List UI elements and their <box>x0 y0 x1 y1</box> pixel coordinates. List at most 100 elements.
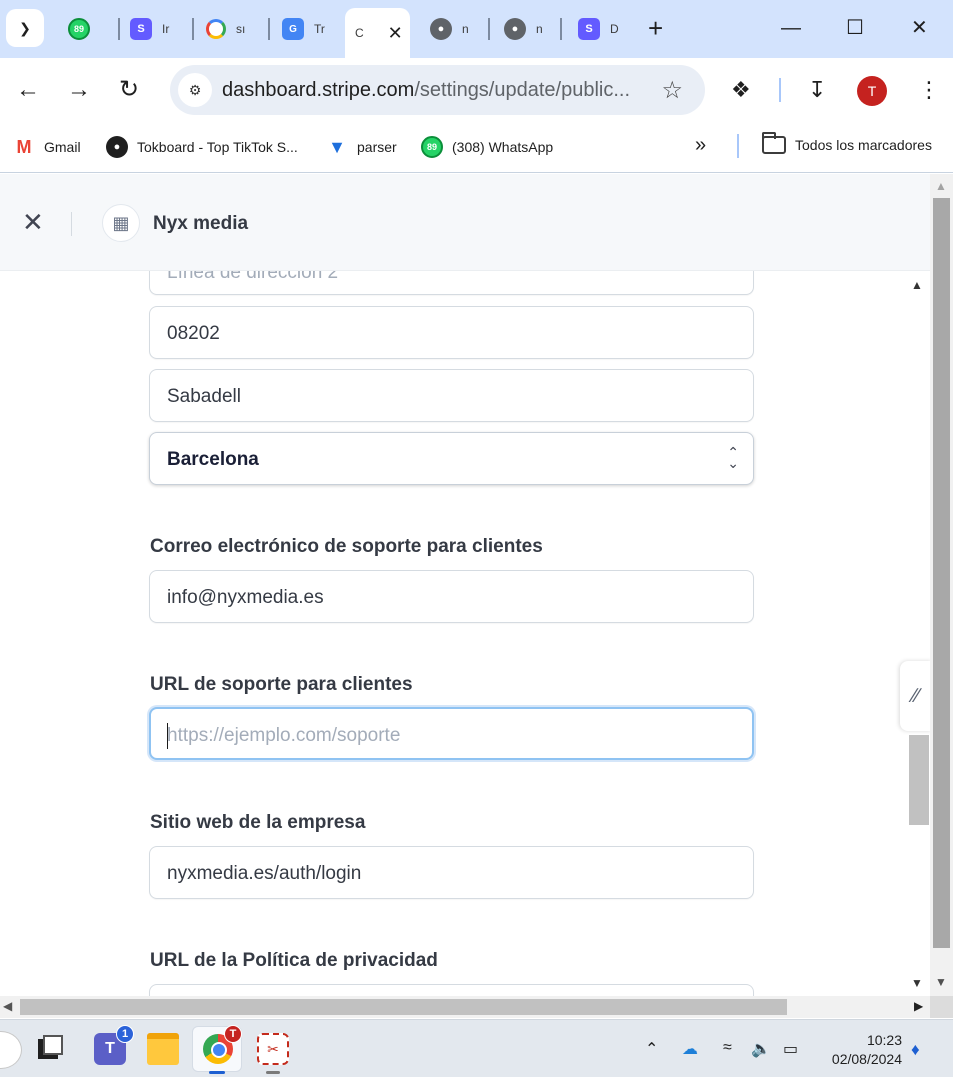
chrome-icon[interactable]: T <box>202 1025 242 1065</box>
header-divider <box>71 212 72 236</box>
tab-globe-1[interactable]: ● n <box>420 10 490 48</box>
teams-icon[interactable]: T 1 <box>94 1025 134 1065</box>
reload-icon[interactable]: ↻ <box>119 76 139 104</box>
side-widget-tab[interactable]: ∕∕ <box>900 661 930 731</box>
tab-label: Ir <box>162 22 170 36</box>
tab-translate[interactable]: G Tr <box>272 10 342 48</box>
file-explorer-icon[interactable] <box>147 1033 179 1065</box>
back-icon[interactable]: ← <box>16 76 40 104</box>
close-icon[interactable]: ✕ <box>22 209 44 235</box>
bookmark-all-folder[interactable]: Todos los marcadores <box>762 132 932 154</box>
menu-icon[interactable]: ⋮ <box>918 76 940 104</box>
slash-icon: ∕∕ <box>912 684 920 707</box>
bookmark-label: parser <box>357 139 397 155</box>
show-hidden-icons[interactable]: ⌃ <box>645 1039 658 1059</box>
taskbar: T 1 T ✂ ⌃ ☁ ≈ 🔈 ▭ 10:23 02/08/2024 ♦ <box>0 1019 953 1077</box>
start-button[interactable] <box>0 1031 22 1069</box>
onedrive-icon[interactable]: ☁ <box>682 1039 698 1059</box>
more-bookmarks-icon[interactable]: » <box>695 134 706 157</box>
toolbar-divider <box>779 78 781 102</box>
system-clock[interactable]: 10:23 02/08/2024 <box>822 1031 902 1069</box>
tab-strip: ❯ 89 S Ir sı G Tr C ✕ ● n ● n S D + — ☐ … <box>0 0 953 58</box>
postal-code-value: 08202 <box>167 323 220 344</box>
bookmark-label: Todos los marcadores <box>795 137 932 153</box>
scroll-right-icon[interactable]: ▶ <box>914 999 923 1013</box>
scroll-up-icon[interactable]: ▲ <box>935 179 947 193</box>
globe-icon: ● <box>504 18 526 40</box>
scroll-left-icon[interactable]: ◀ <box>3 999 12 1013</box>
gmail-icon: M <box>16 136 32 157</box>
inner-scroll-up-icon[interactable]: ▲ <box>911 278 923 292</box>
url-text[interactable]: dashboard.stripe.com/settings/update/pub… <box>222 79 642 102</box>
support-url-label: URL de soporte para clientes <box>150 674 413 695</box>
inner-scrollbar-thumb[interactable] <box>909 735 929 825</box>
bookmark-label: Tokboard - Top TikTok S... <box>137 139 298 155</box>
scroll-down-icon[interactable]: ▼ <box>935 975 947 989</box>
city-input[interactable]: Sabadell <box>149 369 754 422</box>
horizontal-scrollbar-thumb[interactable] <box>20 999 787 1015</box>
url-host: dashboard.stripe.com <box>222 79 415 101</box>
chrome-running-indicator <box>209 1071 225 1074</box>
site-settings-icon[interactable]: ⚙ <box>178 73 212 107</box>
task-view-icon[interactable] <box>35 1033 67 1065</box>
battery-icon[interactable]: ▭ <box>783 1039 798 1059</box>
parser-icon: ▼ <box>328 136 346 157</box>
website-label: Sitio web de la empresa <box>150 812 366 833</box>
bookmark-tokboard[interactable]: ● Tokboard - Top TikTok S... <box>106 136 298 158</box>
download-icon[interactable]: ↧ <box>808 76 826 104</box>
bookmark-label: Gmail <box>44 139 81 155</box>
bookmark-whatsapp[interactable]: 89 (308) WhatsApp <box>421 136 553 158</box>
account-name: Nyx media <box>153 213 249 234</box>
postal-code-input[interactable]: 08202 <box>149 306 754 359</box>
tab-active[interactable]: C ✕ <box>345 8 410 58</box>
tokboard-icon: ● <box>106 136 128 158</box>
close-tab-icon[interactable]: ✕ <box>388 23 403 44</box>
task-view-square <box>43 1035 63 1055</box>
website-value: nyxmedia.es/auth/login <box>167 863 362 884</box>
tab-separator <box>192 18 194 40</box>
teams-badge: 1 <box>116 1025 134 1043</box>
bookmark-star-icon[interactable]: ☆ <box>661 76 683 105</box>
chevron-down-icon: ❯ <box>19 19 31 36</box>
support-email-input[interactable]: info@nyxmedia.es <box>149 570 754 623</box>
inner-scroll-down-icon[interactable]: ▼ <box>911 976 923 990</box>
notification-bell-icon[interactable]: ♦ <box>911 1040 920 1060</box>
profile-avatar[interactable]: T <box>857 76 887 106</box>
bookmark-gmail[interactable]: M Gmail <box>13 136 81 158</box>
bookmark-parser[interactable]: ▼ parser <box>326 136 397 158</box>
tab-google[interactable]: sı <box>196 10 270 48</box>
support-email-label: Correo electrónico de soporte para clien… <box>150 536 543 557</box>
page-content: ✕ ▦ Nyx media Línea de dirección 2 08202… <box>0 174 930 996</box>
website-input[interactable]: nyxmedia.es/auth/login <box>149 846 754 899</box>
volume-icon[interactable]: 🔈 <box>751 1039 771 1059</box>
horizontal-scrollbar[interactable]: ◀ ▶ <box>0 996 930 1018</box>
wifi-icon[interactable]: ≈ <box>723 1039 732 1057</box>
page-header: ✕ ▦ Nyx media <box>0 174 930 271</box>
forward-icon[interactable]: → <box>67 76 91 104</box>
tab-stripe-1[interactable]: S Ir <box>120 10 194 48</box>
tab-whatsapp[interactable]: 89 <box>58 10 120 48</box>
tab-stripe-2[interactable]: S D <box>568 10 632 48</box>
snipping-tool-icon[interactable]: ✂ <box>257 1033 289 1065</box>
address-bar[interactable]: ⚙ dashboard.stripe.com/settings/update/p… <box>170 65 705 115</box>
new-tab-icon[interactable]: + <box>648 14 663 42</box>
tab-globe-2[interactable]: ● n <box>494 10 562 48</box>
extensions-icon[interactable]: ❖ <box>731 76 751 104</box>
minimize-icon[interactable]: — <box>781 14 801 42</box>
whatsapp-icon: 89 <box>421 136 443 158</box>
folder-icon <box>762 132 786 154</box>
vertical-scrollbar[interactable]: ▲ ▼ <box>930 174 953 996</box>
tab-label: Tr <box>314 22 325 36</box>
globe-icon: ● <box>430 18 452 40</box>
snip-running-indicator <box>266 1071 280 1074</box>
clock-time: 10:23 <box>866 1032 902 1048</box>
tab-search-button[interactable]: ❯ <box>6 9 44 47</box>
vertical-scrollbar-thumb[interactable] <box>933 198 950 948</box>
maximize-icon[interactable]: ☐ <box>846 14 864 42</box>
close-window-icon[interactable]: ✕ <box>911 14 928 42</box>
privacy-url-input[interactable] <box>149 984 754 996</box>
province-value: Barcelona <box>167 449 259 470</box>
province-select[interactable]: Barcelona ⌃ ⌄ <box>149 432 754 485</box>
support-url-input[interactable]: https://ejemplo.com/soporte <box>149 707 754 760</box>
clock-date: 02/08/2024 <box>831 1051 902 1067</box>
